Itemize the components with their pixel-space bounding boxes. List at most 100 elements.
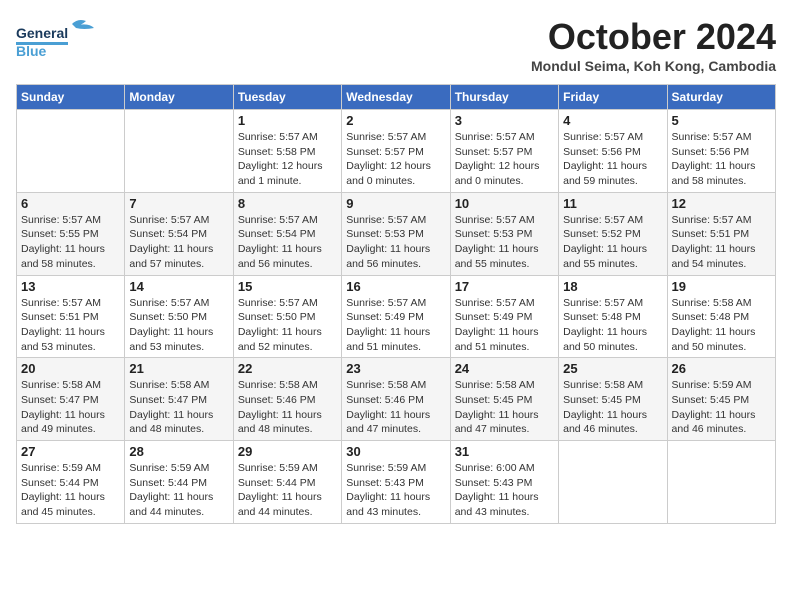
day-number: 28 bbox=[129, 444, 228, 459]
day-info: Sunrise: 5:57 AMSunset: 5:58 PMDaylight:… bbox=[238, 130, 337, 189]
day-number: 11 bbox=[563, 196, 662, 211]
calendar-day-header: Saturday bbox=[667, 85, 775, 110]
logo-svg: General Blue bbox=[16, 16, 106, 60]
calendar-cell: 9 Sunrise: 5:57 AMSunset: 5:53 PMDaylight… bbox=[342, 192, 450, 275]
day-number: 17 bbox=[455, 279, 554, 294]
calendar-day-header: Wednesday bbox=[342, 85, 450, 110]
day-info: Sunrise: 5:59 AMSunset: 5:45 PMDaylight:… bbox=[672, 378, 771, 437]
calendar-cell: 21 Sunrise: 5:58 AMSunset: 5:47 PMDayligh… bbox=[125, 358, 233, 441]
svg-text:Blue: Blue bbox=[16, 43, 47, 59]
day-number: 19 bbox=[672, 279, 771, 294]
day-info: Sunrise: 5:57 AMSunset: 5:56 PMDaylight:… bbox=[563, 130, 662, 189]
calendar-cell: 15 Sunrise: 5:57 AMSunset: 5:50 PMDayligh… bbox=[233, 275, 341, 358]
calendar-cell: 27Sunrise: 5:59 AMSunset: 5:44 PMDayligh… bbox=[17, 441, 125, 524]
calendar-cell: 6Sunrise: 5:57 AMSunset: 5:55 PMDaylight… bbox=[17, 192, 125, 275]
calendar-cell: 30 Sunrise: 5:59 AMSunset: 5:43 PMDayligh… bbox=[342, 441, 450, 524]
calendar-cell bbox=[125, 110, 233, 193]
calendar-cell: 31Sunrise: 6:00 AMSunset: 5:43 PMDayligh… bbox=[450, 441, 558, 524]
logo: General Blue bbox=[16, 16, 106, 60]
day-number: 12 bbox=[672, 196, 771, 211]
day-number: 31 bbox=[455, 444, 554, 459]
calendar-cell: 1 Sunrise: 5:57 AMSunset: 5:58 PMDaylight… bbox=[233, 110, 341, 193]
calendar-week-row: 1 Sunrise: 5:57 AMSunset: 5:58 PMDaylight… bbox=[17, 110, 776, 193]
calendar-body: 1 Sunrise: 5:57 AMSunset: 5:58 PMDaylight… bbox=[17, 110, 776, 524]
calendar-week-row: 13Sunrise: 5:57 AMSunset: 5:51 PMDayligh… bbox=[17, 275, 776, 358]
day-info: Sunrise: 5:57 AMSunset: 5:57 PMDaylight:… bbox=[455, 130, 554, 189]
calendar-cell: 5 Sunrise: 5:57 AMSunset: 5:56 PMDaylight… bbox=[667, 110, 775, 193]
day-info: Sunrise: 5:59 AMSunset: 5:43 PMDaylight:… bbox=[346, 461, 445, 520]
day-info: Sunrise: 5:57 AMSunset: 5:49 PMDaylight:… bbox=[455, 296, 554, 355]
location: Mondul Seima, Koh Kong, Cambodia bbox=[531, 58, 776, 74]
day-info: Sunrise: 5:57 AMSunset: 5:51 PMDaylight:… bbox=[672, 213, 771, 272]
day-info: Sunrise: 5:58 AMSunset: 5:45 PMDaylight:… bbox=[455, 378, 554, 437]
day-info: Sunrise: 5:57 AMSunset: 5:49 PMDaylight:… bbox=[346, 296, 445, 355]
day-info: Sunrise: 5:57 AMSunset: 5:53 PMDaylight:… bbox=[455, 213, 554, 272]
calendar-cell: 16 Sunrise: 5:57 AMSunset: 5:49 PMDayligh… bbox=[342, 275, 450, 358]
day-number: 1 bbox=[238, 113, 337, 128]
day-info: Sunrise: 5:58 AMSunset: 5:46 PMDaylight:… bbox=[346, 378, 445, 437]
calendar-week-row: 6Sunrise: 5:57 AMSunset: 5:55 PMDaylight… bbox=[17, 192, 776, 275]
day-info: Sunrise: 5:57 AMSunset: 5:52 PMDaylight:… bbox=[563, 213, 662, 272]
day-info: Sunrise: 5:57 AMSunset: 5:53 PMDaylight:… bbox=[346, 213, 445, 272]
day-info: Sunrise: 5:59 AMSunset: 5:44 PMDaylight:… bbox=[129, 461, 228, 520]
day-info: Sunrise: 5:57 AMSunset: 5:50 PMDaylight:… bbox=[129, 296, 228, 355]
day-number: 15 bbox=[238, 279, 337, 294]
page-header: General Blue October 2024 Mondul Seima, … bbox=[16, 16, 776, 74]
calendar-cell: 11 Sunrise: 5:57 AMSunset: 5:52 PMDayligh… bbox=[559, 192, 667, 275]
day-number: 29 bbox=[238, 444, 337, 459]
day-number: 4 bbox=[563, 113, 662, 128]
day-info: Sunrise: 5:58 AMSunset: 5:47 PMDaylight:… bbox=[21, 378, 120, 437]
day-info: Sunrise: 5:58 AMSunset: 5:46 PMDaylight:… bbox=[238, 378, 337, 437]
calendar-cell bbox=[667, 441, 775, 524]
day-info: Sunrise: 5:57 AMSunset: 5:51 PMDaylight:… bbox=[21, 296, 120, 355]
calendar-cell bbox=[17, 110, 125, 193]
calendar-day-header: Tuesday bbox=[233, 85, 341, 110]
calendar-cell: 4 Sunrise: 5:57 AMSunset: 5:56 PMDaylight… bbox=[559, 110, 667, 193]
calendar-cell: 2Sunrise: 5:57 AMSunset: 5:57 PMDaylight… bbox=[342, 110, 450, 193]
calendar-cell: 13Sunrise: 5:57 AMSunset: 5:51 PMDayligh… bbox=[17, 275, 125, 358]
day-info: Sunrise: 5:57 AMSunset: 5:56 PMDaylight:… bbox=[672, 130, 771, 189]
calendar-cell: 28 Sunrise: 5:59 AMSunset: 5:44 PMDayligh… bbox=[125, 441, 233, 524]
calendar-cell: 17 Sunrise: 5:57 AMSunset: 5:49 PMDayligh… bbox=[450, 275, 558, 358]
calendar-cell: 23Sunrise: 5:58 AMSunset: 5:46 PMDayligh… bbox=[342, 358, 450, 441]
day-number: 10 bbox=[455, 196, 554, 211]
calendar-cell: 22 Sunrise: 5:58 AMSunset: 5:46 PMDayligh… bbox=[233, 358, 341, 441]
calendar-cell: 3 Sunrise: 5:57 AMSunset: 5:57 PMDaylight… bbox=[450, 110, 558, 193]
day-info: Sunrise: 5:58 AMSunset: 5:47 PMDaylight:… bbox=[129, 378, 228, 437]
day-info: Sunrise: 5:59 AMSunset: 5:44 PMDaylight:… bbox=[21, 461, 120, 520]
day-info: Sunrise: 5:57 AMSunset: 5:54 PMDaylight:… bbox=[238, 213, 337, 272]
svg-text:General: General bbox=[16, 25, 68, 41]
day-number: 24 bbox=[455, 361, 554, 376]
title-block: October 2024 Mondul Seima, Koh Kong, Cam… bbox=[531, 16, 776, 74]
day-info: Sunrise: 5:58 AMSunset: 5:45 PMDaylight:… bbox=[563, 378, 662, 437]
calendar-cell: 25 Sunrise: 5:58 AMSunset: 5:45 PMDayligh… bbox=[559, 358, 667, 441]
day-number: 25 bbox=[563, 361, 662, 376]
day-number: 16 bbox=[346, 279, 445, 294]
day-number: 8 bbox=[238, 196, 337, 211]
calendar-cell: 20 Sunrise: 5:58 AMSunset: 5:47 PMDayligh… bbox=[17, 358, 125, 441]
day-number: 2 bbox=[346, 113, 445, 128]
day-number: 20 bbox=[21, 361, 120, 376]
calendar-cell: 12 Sunrise: 5:57 AMSunset: 5:51 PMDayligh… bbox=[667, 192, 775, 275]
calendar-cell: 10 Sunrise: 5:57 AMSunset: 5:53 PMDayligh… bbox=[450, 192, 558, 275]
calendar-cell: 14Sunrise: 5:57 AMSunset: 5:50 PMDayligh… bbox=[125, 275, 233, 358]
month-title: October 2024 bbox=[531, 16, 776, 58]
day-number: 30 bbox=[346, 444, 445, 459]
day-info: Sunrise: 5:57 AMSunset: 5:48 PMDaylight:… bbox=[563, 296, 662, 355]
day-number: 5 bbox=[672, 113, 771, 128]
day-info: Sunrise: 5:57 AMSunset: 5:55 PMDaylight:… bbox=[21, 213, 120, 272]
calendar-day-header: Monday bbox=[125, 85, 233, 110]
calendar-cell: 8 Sunrise: 5:57 AMSunset: 5:54 PMDaylight… bbox=[233, 192, 341, 275]
day-number: 18 bbox=[563, 279, 662, 294]
day-number: 3 bbox=[455, 113, 554, 128]
day-number: 9 bbox=[346, 196, 445, 211]
day-number: 21 bbox=[129, 361, 228, 376]
calendar-cell: 24 Sunrise: 5:58 AMSunset: 5:45 PMDayligh… bbox=[450, 358, 558, 441]
calendar-week-row: 27Sunrise: 5:59 AMSunset: 5:44 PMDayligh… bbox=[17, 441, 776, 524]
calendar-cell: 19 Sunrise: 5:58 AMSunset: 5:48 PMDayligh… bbox=[667, 275, 775, 358]
calendar-day-header: Sunday bbox=[17, 85, 125, 110]
day-info: Sunrise: 5:57 AMSunset: 5:50 PMDaylight:… bbox=[238, 296, 337, 355]
day-number: 22 bbox=[238, 361, 337, 376]
calendar-week-row: 20 Sunrise: 5:58 AMSunset: 5:47 PMDayligh… bbox=[17, 358, 776, 441]
day-info: Sunrise: 5:58 AMSunset: 5:48 PMDaylight:… bbox=[672, 296, 771, 355]
